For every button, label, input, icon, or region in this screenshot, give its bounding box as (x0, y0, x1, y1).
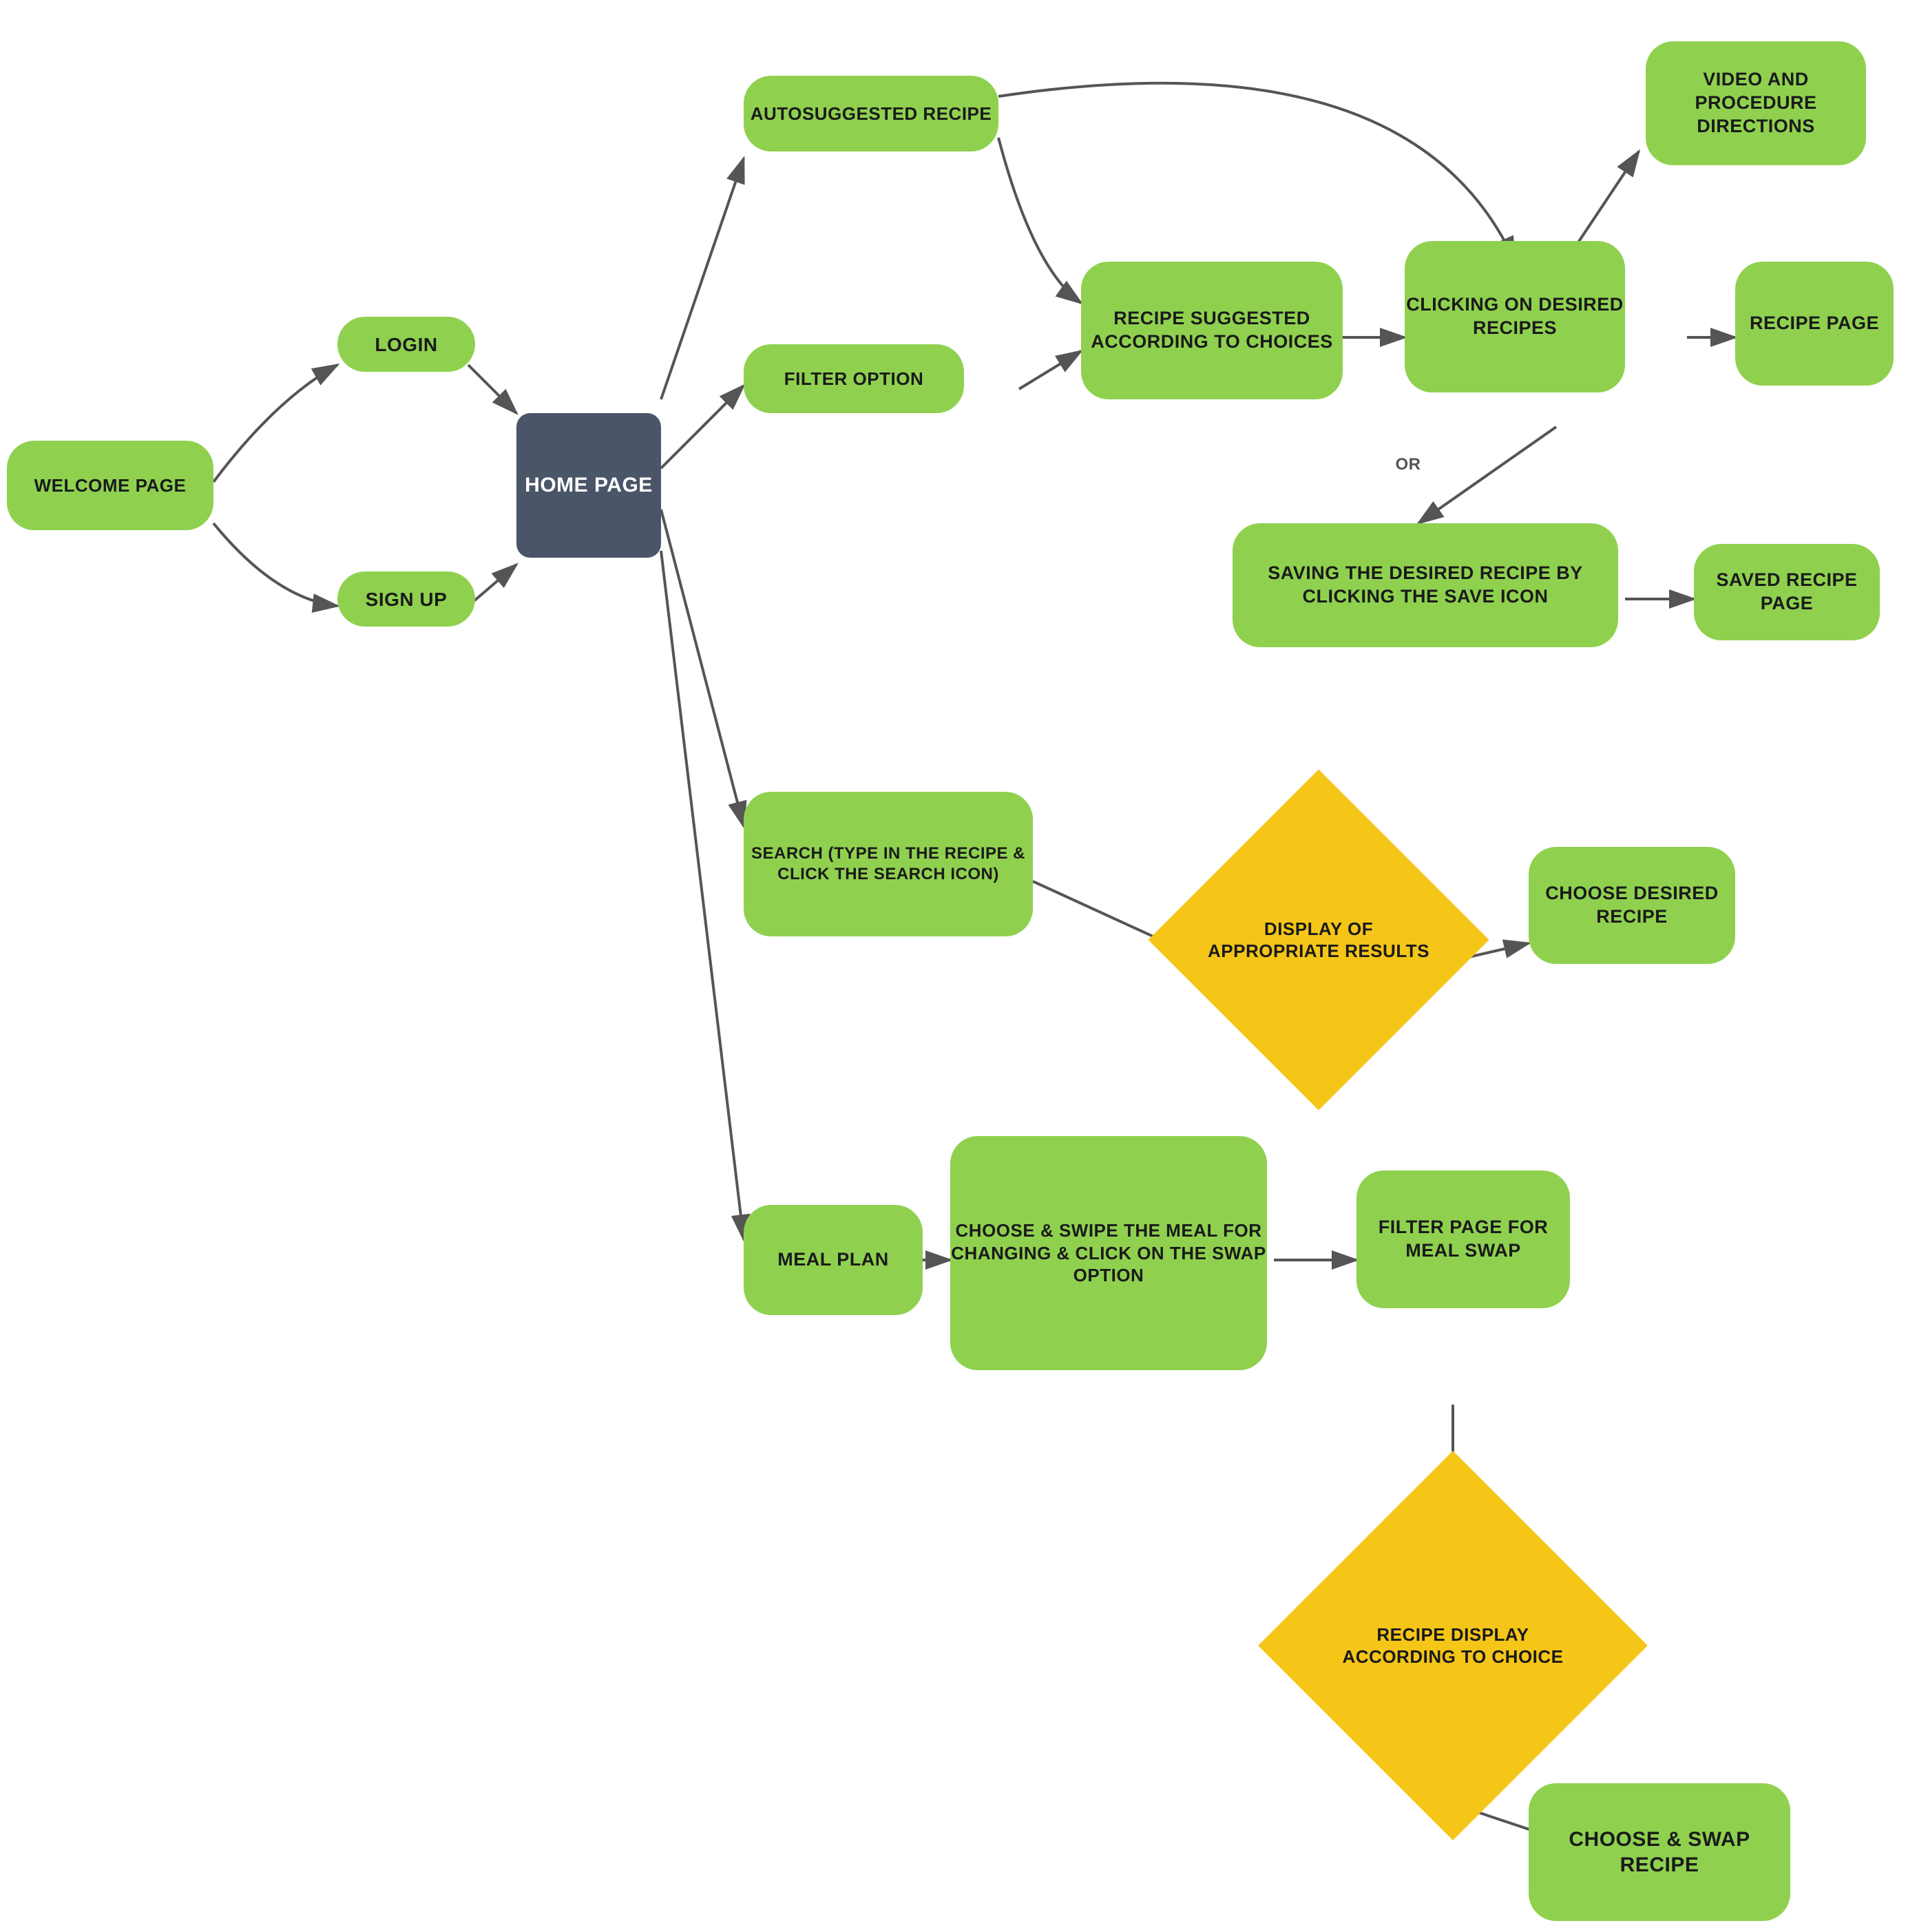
recipe-page-node: RECIPE PAGE (1735, 262, 1894, 386)
recipe-display-node: RECIPE DISPLAY ACCORDING TO CHOICE (1258, 1451, 1648, 1840)
meal-plan-node: MEAL PLAN (744, 1205, 923, 1315)
filter-option-node: FILTER OPTION (744, 344, 964, 413)
recipe-suggested-node: RECIPE SUGGESTED ACCORDING TO CHOICES (1081, 262, 1343, 399)
display-results-node: DISPLAY OF APPROPRIATE RESULTS (1149, 770, 1489, 1111)
search-node: SEARCH (TYPE IN THE RECIPE & CLICK THE S… (744, 792, 1033, 936)
clicking-desired-node: CLICKING ON DESIRED RECIPES (1405, 241, 1625, 392)
choose-desired-node: CHOOSE DESIRED RECIPE (1529, 847, 1735, 964)
home-page-node: HOME PAGE (516, 413, 661, 558)
video-procedure-node: VIDEO AND PROCEDURE DIRECTIONS (1646, 41, 1866, 165)
or-label: OR (1381, 448, 1436, 482)
choose-swap-node: CHOOSE & SWAP RECIPE (1529, 1783, 1790, 1921)
signup-node: SIGN UP (337, 571, 475, 627)
choose-swipe-node: CHOOSE & SWIPE THE MEAL FOR CHANGING & C… (950, 1136, 1267, 1370)
login-node: LOGIN (337, 317, 475, 372)
welcome-page-node: WELCOME PAGE (7, 441, 213, 530)
saved-recipe-page-node: SAVED RECIPE PAGE (1694, 544, 1880, 640)
autosuggested-node: AUTOSUGGESTED RECIPE (744, 76, 998, 151)
saving-recipe-node: SAVING THE DESIRED RECIPE BY CLICKING TH… (1233, 523, 1618, 647)
filter-meal-swap-node: FILTER PAGE FOR MEAL SWAP (1356, 1170, 1570, 1308)
